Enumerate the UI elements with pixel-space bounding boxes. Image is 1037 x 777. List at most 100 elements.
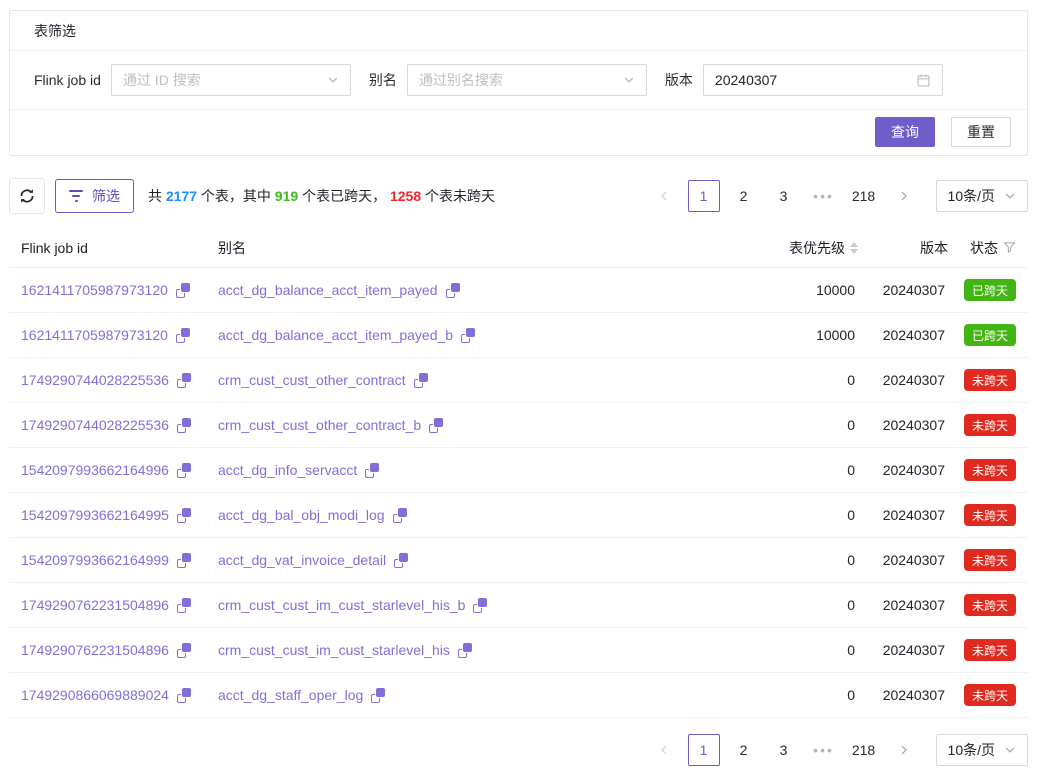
- pagination-page-1[interactable]: 1: [688, 734, 720, 766]
- status-cell: 未跨天: [948, 369, 1016, 391]
- pagination-page-218[interactable]: 218: [848, 180, 880, 212]
- copy-icon[interactable]: [473, 598, 487, 613]
- status-cell: 未跨天: [948, 594, 1016, 616]
- pagination-next-button[interactable]: [888, 180, 920, 212]
- pagination-next-button[interactable]: [888, 734, 920, 766]
- copy-icon[interactable]: [371, 688, 385, 703]
- alias-link[interactable]: acct_dg_staff_oper_log: [218, 687, 363, 703]
- status-badge: 未跨天: [964, 459, 1016, 481]
- alias-link[interactable]: acct_dg_vat_invoice_detail: [218, 552, 386, 568]
- copy-icon[interactable]: [446, 283, 460, 298]
- copy-icon[interactable]: [365, 463, 379, 478]
- results-table: Flink job id 别名 表优先级 版本 状态 1621411705987…: [9, 228, 1028, 718]
- alias-link[interactable]: acct_dg_bal_obj_modi_log: [218, 507, 385, 523]
- flink-job-id-link[interactable]: 1749290762231504896: [21, 642, 169, 658]
- copy-icon[interactable]: [177, 373, 191, 388]
- status-cell: 未跨天: [948, 684, 1016, 706]
- page-size-select[interactable]: 10条/页: [936, 180, 1028, 212]
- pagination-page-1[interactable]: 1: [688, 180, 720, 212]
- summary-total-count: 2177: [166, 188, 197, 204]
- priority-cell: 0: [698, 462, 858, 478]
- alias-cell: acct_dg_bal_obj_modi_log: [218, 507, 698, 523]
- chevron-down-icon: [1004, 190, 1016, 202]
- alias-link[interactable]: crm_cust_cust_other_contract_b: [218, 417, 421, 433]
- filter-card: 表筛选 Flink job id 通过 ID 搜索 别名 通过别名搜索 版本 2…: [9, 10, 1028, 156]
- pagination-prev-button[interactable]: [648, 180, 680, 212]
- flink-job-id-link[interactable]: 1542097993662164999: [21, 552, 169, 568]
- copy-icon[interactable]: [429, 418, 443, 433]
- pagination-bottom-wrap: 1 2 3 ••• 218 10条/页: [9, 734, 1028, 766]
- filter-actions-row: 查询 重置: [10, 110, 1027, 155]
- status-cell: 未跨天: [948, 639, 1016, 661]
- flink-job-id-link[interactable]: 1749290744028225536: [21, 417, 169, 433]
- flink-job-id-link[interactable]: 1542097993662164995: [21, 507, 169, 523]
- column-header-status-label: 状态: [970, 238, 998, 258]
- status-badge: 未跨天: [964, 639, 1016, 661]
- status-cell: 未跨天: [948, 504, 1016, 526]
- pagination-ellipsis[interactable]: •••: [808, 734, 840, 766]
- flink-job-id-select[interactable]: 通过 ID 搜索: [111, 64, 351, 96]
- copy-icon[interactable]: [414, 373, 428, 388]
- flink-job-id-placeholder: 通过 ID 搜索: [123, 70, 201, 90]
- refresh-icon: [19, 188, 35, 204]
- copy-icon[interactable]: [176, 283, 190, 298]
- reset-button[interactable]: 重置: [951, 117, 1011, 147]
- flink-job-id-link[interactable]: 1749290866069889024: [21, 687, 169, 703]
- priority-cell: 0: [698, 642, 858, 658]
- flink-job-id-cell: 1621411705987973120: [21, 282, 218, 298]
- table-header-row: Flink job id 别名 表优先级 版本 状态: [9, 228, 1028, 268]
- flink-job-id-link[interactable]: 1749290744028225536: [21, 372, 169, 388]
- filter-funnel-icon[interactable]: [1003, 241, 1016, 254]
- alias-placeholder: 通过别名搜索: [419, 70, 503, 90]
- pagination-page-218[interactable]: 218: [848, 734, 880, 766]
- table-row: 1749290866069889024 acct_dg_staff_oper_l…: [9, 673, 1028, 718]
- flink-job-id-cell: 1749290866069889024: [21, 687, 218, 703]
- pagination-page-2[interactable]: 2: [728, 734, 760, 766]
- version-date-input[interactable]: 20240307: [703, 64, 943, 96]
- column-header-priority[interactable]: 表优先级: [698, 238, 858, 258]
- copy-icon[interactable]: [461, 328, 475, 343]
- flink-job-id-link[interactable]: 1621411705987973120: [21, 282, 168, 298]
- alias-select[interactable]: 通过别名搜索: [407, 64, 647, 96]
- page-size-value: 10条/页: [948, 740, 995, 760]
- search-button[interactable]: 查询: [875, 117, 935, 147]
- refresh-button[interactable]: [9, 178, 45, 214]
- alias-link[interactable]: crm_cust_cust_other_contract: [218, 372, 406, 388]
- alias-link[interactable]: acct_dg_balance_acct_item_payed_b: [218, 327, 453, 343]
- alias-link[interactable]: crm_cust_cust_im_cust_starlevel_his_b: [218, 597, 465, 613]
- flink-job-id-link[interactable]: 1621411705987973120: [21, 327, 168, 343]
- copy-icon[interactable]: [176, 328, 190, 343]
- alias-label: 别名: [369, 70, 397, 90]
- copy-icon[interactable]: [177, 508, 191, 523]
- alias-link[interactable]: acct_dg_balance_acct_item_payed: [218, 282, 438, 298]
- flink-job-id-cell: 1621411705987973120: [21, 327, 218, 343]
- pagination-page-3[interactable]: 3: [768, 734, 800, 766]
- flink-job-id-link[interactable]: 1542097993662164996: [21, 462, 169, 478]
- status-badge: 已跨天: [964, 279, 1016, 301]
- alias-link[interactable]: crm_cust_cust_im_cust_starlevel_his: [218, 642, 450, 658]
- flink-job-id-link[interactable]: 1749290762231504896: [21, 597, 169, 613]
- version-cell: 20240307: [858, 327, 948, 343]
- filter-fields-row: Flink job id 通过 ID 搜索 别名 通过别名搜索 版本 20240…: [10, 51, 1027, 110]
- pagination-top: 1 2 3 ••• 218 10条/页: [648, 180, 1028, 212]
- copy-icon[interactable]: [393, 508, 407, 523]
- version-cell: 20240307: [858, 282, 948, 298]
- priority-cell: 0: [698, 552, 858, 568]
- copy-icon[interactable]: [177, 598, 191, 613]
- copy-icon[interactable]: [177, 643, 191, 658]
- pagination-ellipsis[interactable]: •••: [808, 180, 840, 212]
- pagination-page-2[interactable]: 2: [728, 180, 760, 212]
- filter-panel-button[interactable]: 筛选: [55, 179, 134, 213]
- page-size-select[interactable]: 10条/页: [936, 734, 1028, 766]
- copy-icon[interactable]: [177, 418, 191, 433]
- pagination-page-3[interactable]: 3: [768, 180, 800, 212]
- copy-icon[interactable]: [177, 463, 191, 478]
- copy-icon[interactable]: [177, 553, 191, 568]
- pagination-prev-button[interactable]: [648, 734, 680, 766]
- alias-link[interactable]: acct_dg_info_servacct: [218, 462, 357, 478]
- copy-icon[interactable]: [458, 643, 472, 658]
- table-row: 1621411705987973120 acct_dg_balance_acct…: [9, 268, 1028, 313]
- copy-icon[interactable]: [177, 688, 191, 703]
- copy-icon[interactable]: [394, 553, 408, 568]
- sort-carets-icon[interactable]: [850, 242, 858, 254]
